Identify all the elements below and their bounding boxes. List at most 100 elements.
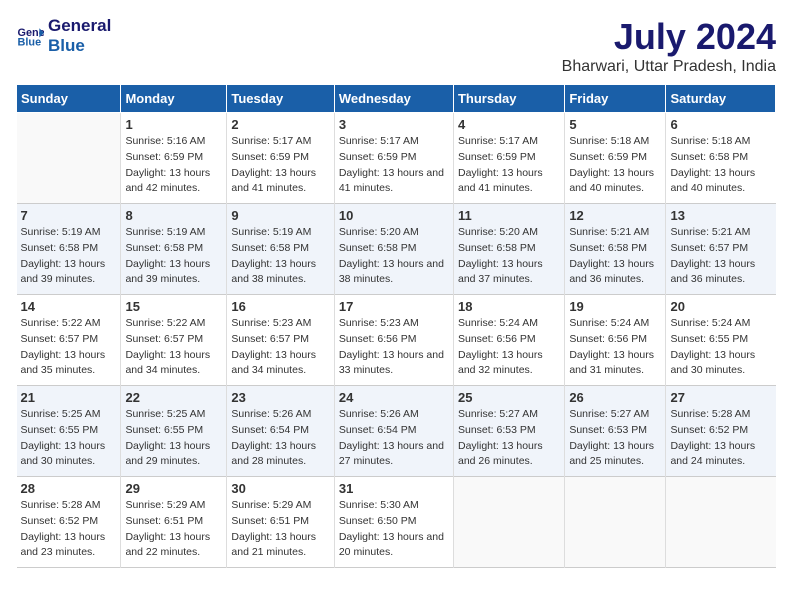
calendar-cell: 5 Sunrise: 5:18 AMSunset: 6:59 PMDaylight… <box>565 113 666 204</box>
day-number: 4 <box>458 117 560 132</box>
calendar-cell: 22Sunrise: 5:25 AMSunset: 6:55 PMDayligh… <box>121 386 227 477</box>
day-number: 7 <box>21 208 117 223</box>
day-number: 25 <box>458 390 560 405</box>
day-number: 12 <box>569 208 661 223</box>
calendar-week-5: 28 Sunrise: 5:28 AMSunset: 6:52 PMDayligh… <box>17 477 776 568</box>
day-info: Sunrise: 5:28 AMSunset: 6:52 PMDaylight:… <box>21 498 117 561</box>
title-area: July 2024 Bharwari, Uttar Pradesh, India <box>562 16 776 76</box>
calendar-cell: 27 Sunrise: 5:28 AMSunset: 6:52 PMDayligh… <box>666 386 776 477</box>
logo-blue: Blue <box>48 36 85 55</box>
day-number: 6 <box>670 117 771 132</box>
weekday-header-thursday: Thursday <box>453 85 564 113</box>
day-info: Sunrise: 5:26 AMSunset: 6:54 PMDaylight:… <box>339 407 449 470</box>
calendar-cell: 24 Sunrise: 5:26 AMSunset: 6:54 PMDayligh… <box>334 386 453 477</box>
day-info: Sunrise: 5:17 AMSunset: 6:59 PMDaylight:… <box>339 134 449 197</box>
day-number: 9 <box>231 208 329 223</box>
day-number: 31 <box>339 481 449 496</box>
calendar-cell: 25 Sunrise: 5:27 AMSunset: 6:53 PMDayligh… <box>453 386 564 477</box>
day-number: 30 <box>231 481 329 496</box>
calendar-cell: 2Sunrise: 5:17 AMSunset: 6:59 PMDaylight… <box>227 113 334 204</box>
day-info: Sunrise: 5:25 AMSunset: 6:55 PMDaylight:… <box>21 407 117 470</box>
weekday-header-friday: Friday <box>565 85 666 113</box>
day-info: Sunrise: 5:22 AMSunset: 6:57 PMDaylight:… <box>125 316 222 379</box>
day-info: Sunrise: 5:29 AMSunset: 6:51 PMDaylight:… <box>231 498 329 561</box>
day-number: 19 <box>569 299 661 314</box>
logo-general: General <box>48 16 111 36</box>
day-number: 2 <box>231 117 329 132</box>
day-number: 5 <box>569 117 661 132</box>
calendar-cell <box>666 477 776 568</box>
day-number: 26 <box>569 390 661 405</box>
calendar-cell: 28 Sunrise: 5:28 AMSunset: 6:52 PMDayligh… <box>17 477 121 568</box>
calendar-cell: 7Sunrise: 5:19 AMSunset: 6:58 PMDaylight… <box>17 204 121 295</box>
day-info: Sunrise: 5:29 AMSunset: 6:51 PMDaylight:… <box>125 498 222 561</box>
day-info: Sunrise: 5:27 AMSunset: 6:53 PMDaylight:… <box>458 407 560 470</box>
calendar-cell: 13 Sunrise: 5:21 AMSunset: 6:57 PMDayligh… <box>666 204 776 295</box>
day-info: Sunrise: 5:20 AMSunset: 6:58 PMDaylight:… <box>458 225 560 288</box>
day-number: 27 <box>670 390 771 405</box>
calendar-cell: 16 Sunrise: 5:23 AMSunset: 6:57 PMDayligh… <box>227 295 334 386</box>
day-number: 24 <box>339 390 449 405</box>
day-number: 14 <box>21 299 117 314</box>
page-title: July 2024 <box>562 16 776 58</box>
weekday-header-tuesday: Tuesday <box>227 85 334 113</box>
calendar-cell: 3 Sunrise: 5:17 AMSunset: 6:59 PMDaylight… <box>334 113 453 204</box>
day-info: Sunrise: 5:30 AMSunset: 6:50 PMDaylight:… <box>339 498 449 561</box>
day-number: 15 <box>125 299 222 314</box>
calendar-cell: 1 Sunrise: 5:16 AMSunset: 6:59 PMDaylight… <box>121 113 227 204</box>
day-number: 3 <box>339 117 449 132</box>
calendar-cell: 31 Sunrise: 5:30 AMSunset: 6:50 PMDayligh… <box>334 477 453 568</box>
calendar-cell: 17 Sunrise: 5:23 AMSunset: 6:56 PMDayligh… <box>334 295 453 386</box>
calendar-cell: 29 Sunrise: 5:29 AMSunset: 6:51 PMDayligh… <box>121 477 227 568</box>
day-info: Sunrise: 5:18 AMSunset: 6:59 PMDaylight:… <box>569 134 661 197</box>
day-info: Sunrise: 5:23 AMSunset: 6:57 PMDaylight:… <box>231 316 329 379</box>
calendar-cell: 21Sunrise: 5:25 AMSunset: 6:55 PMDayligh… <box>17 386 121 477</box>
page-header: General Blue General Blue July 2024 Bhar… <box>16 16 776 76</box>
day-info: Sunrise: 5:23 AMSunset: 6:56 PMDaylight:… <box>339 316 449 379</box>
day-number: 17 <box>339 299 449 314</box>
svg-text:Blue: Blue <box>18 36 42 48</box>
calendar-cell: 8Sunrise: 5:19 AMSunset: 6:58 PMDaylight… <box>121 204 227 295</box>
calendar-cell: 26 Sunrise: 5:27 AMSunset: 6:53 PMDayligh… <box>565 386 666 477</box>
day-info: Sunrise: 5:27 AMSunset: 6:53 PMDaylight:… <box>569 407 661 470</box>
weekday-header-wednesday: Wednesday <box>334 85 453 113</box>
day-number: 16 <box>231 299 329 314</box>
day-info: Sunrise: 5:16 AMSunset: 6:59 PMDaylight:… <box>125 134 222 197</box>
weekday-header-monday: Monday <box>121 85 227 113</box>
calendar-cell: 18Sunrise: 5:24 AMSunset: 6:56 PMDayligh… <box>453 295 564 386</box>
day-number: 1 <box>125 117 222 132</box>
logo: General Blue General Blue <box>16 16 111 56</box>
page-subtitle: Bharwari, Uttar Pradesh, India <box>562 58 776 76</box>
day-info: Sunrise: 5:18 AMSunset: 6:58 PMDaylight:… <box>670 134 771 197</box>
calendar-cell: 6 Sunrise: 5:18 AMSunset: 6:58 PMDaylight… <box>666 113 776 204</box>
day-info: Sunrise: 5:21 AMSunset: 6:57 PMDaylight:… <box>670 225 771 288</box>
calendar-cell: 14Sunrise: 5:22 AMSunset: 6:57 PMDayligh… <box>17 295 121 386</box>
day-info: Sunrise: 5:19 AMSunset: 6:58 PMDaylight:… <box>231 225 329 288</box>
calendar-cell <box>565 477 666 568</box>
calendar-week-2: 7 Sunrise: 5:19 AMSunset: 6:58 PMDaylight… <box>17 204 776 295</box>
calendar-body: 1 Sunrise: 5:16 AMSunset: 6:59 PMDaylight… <box>17 113 776 568</box>
day-number: 28 <box>21 481 117 496</box>
day-info: Sunrise: 5:24 AMSunset: 6:56 PMDaylight:… <box>569 316 661 379</box>
logo-icon: General Blue <box>16 22 44 50</box>
calendar-week-4: 21Sunrise: 5:25 AMSunset: 6:55 PMDayligh… <box>17 386 776 477</box>
day-number: 20 <box>670 299 771 314</box>
calendar-week-3: 14 Sunrise: 5:22 AMSunset: 6:57 PMDayligh… <box>17 295 776 386</box>
calendar-cell: 20Sunrise: 5:24 AMSunset: 6:55 PMDayligh… <box>666 295 776 386</box>
day-info: Sunrise: 5:24 AMSunset: 6:56 PMDaylight:… <box>458 316 560 379</box>
day-info: Sunrise: 5:19 AMSunset: 6:58 PMDaylight:… <box>125 225 222 288</box>
day-number: 13 <box>670 208 771 223</box>
calendar-cell: 9 Sunrise: 5:19 AMSunset: 6:58 PMDaylight… <box>227 204 334 295</box>
weekday-header-saturday: Saturday <box>666 85 776 113</box>
calendar-cell: 23Sunrise: 5:26 AMSunset: 6:54 PMDayligh… <box>227 386 334 477</box>
calendar-cell: 30 Sunrise: 5:29 AMSunset: 6:51 PMDayligh… <box>227 477 334 568</box>
day-info: Sunrise: 5:20 AMSunset: 6:58 PMDaylight:… <box>339 225 449 288</box>
day-number: 23 <box>231 390 329 405</box>
calendar-week-1: 1 Sunrise: 5:16 AMSunset: 6:59 PMDaylight… <box>17 113 776 204</box>
weekday-header-row: SundayMondayTuesdayWednesdayThursdayFrid… <box>17 85 776 113</box>
day-info: Sunrise: 5:25 AMSunset: 6:55 PMDaylight:… <box>125 407 222 470</box>
day-info: Sunrise: 5:28 AMSunset: 6:52 PMDaylight:… <box>670 407 771 470</box>
day-info: Sunrise: 5:21 AMSunset: 6:58 PMDaylight:… <box>569 225 661 288</box>
calendar-cell: 10Sunrise: 5:20 AMSunset: 6:58 PMDayligh… <box>334 204 453 295</box>
day-number: 29 <box>125 481 222 496</box>
